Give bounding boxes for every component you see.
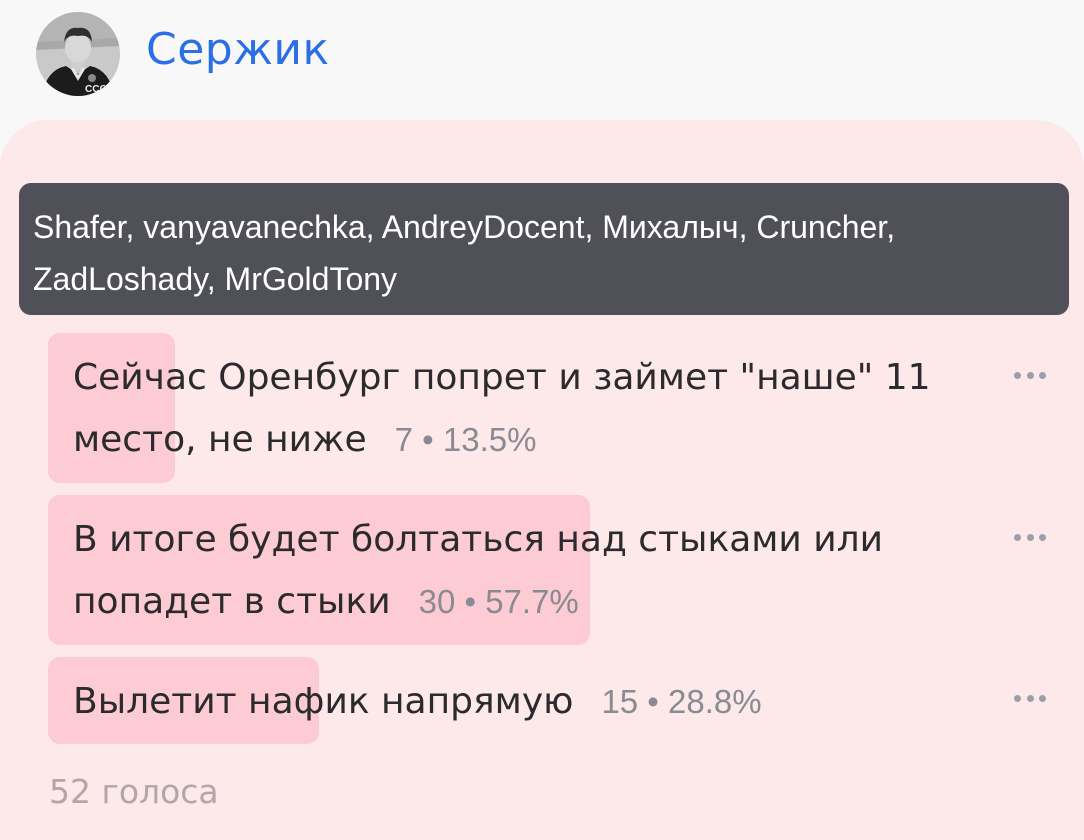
more-dots-icon[interactable] xyxy=(1010,369,1050,381)
poll-option-label: Вылетит нафик напрямую xyxy=(73,681,574,722)
total-votes: 52 голоса xyxy=(49,772,219,811)
voters-tooltip: Shafer, vanyavanechka, AndreyDocent, Мих… xyxy=(19,183,1069,315)
poll-option-stats: 15 • 28.8% xyxy=(601,683,762,720)
poll-post: СССР Сержик Shafer, vanyavanechka, Andre… xyxy=(0,0,1084,840)
post-header: СССР Сержик xyxy=(36,12,330,96)
voters-list: Shafer, vanyavanechka, AndreyDocent, Мих… xyxy=(33,209,896,297)
poll-option[interactable]: В итоге будет болтаться над стыками или … xyxy=(48,495,988,645)
more-dots-icon[interactable] xyxy=(1010,531,1050,543)
avatar[interactable]: СССР xyxy=(36,12,120,96)
poll-option-stats: 30 • 57.7% xyxy=(418,583,579,620)
poll-option[interactable]: Сейчас Оренбург попрет и займет "наше" 1… xyxy=(48,333,988,483)
poll-option-stats: 7 • 13.5% xyxy=(394,421,537,458)
svg-text:СССР: СССР xyxy=(85,84,114,95)
user-photo-icon: СССР xyxy=(36,12,120,96)
poll-option-text: Вылетит нафик напрямую 15 • 28.8% xyxy=(48,657,988,733)
more-dots-icon[interactable] xyxy=(1010,692,1050,704)
poll-option-text: Сейчас Оренбург попрет и займет "наше" 1… xyxy=(48,333,988,471)
poll-option-text: В итоге будет болтаться над стыками или … xyxy=(48,495,988,633)
author-name[interactable]: Сержик xyxy=(146,24,330,75)
poll-option[interactable]: Вылетит нафик напрямую 15 • 28.8% xyxy=(48,657,988,744)
